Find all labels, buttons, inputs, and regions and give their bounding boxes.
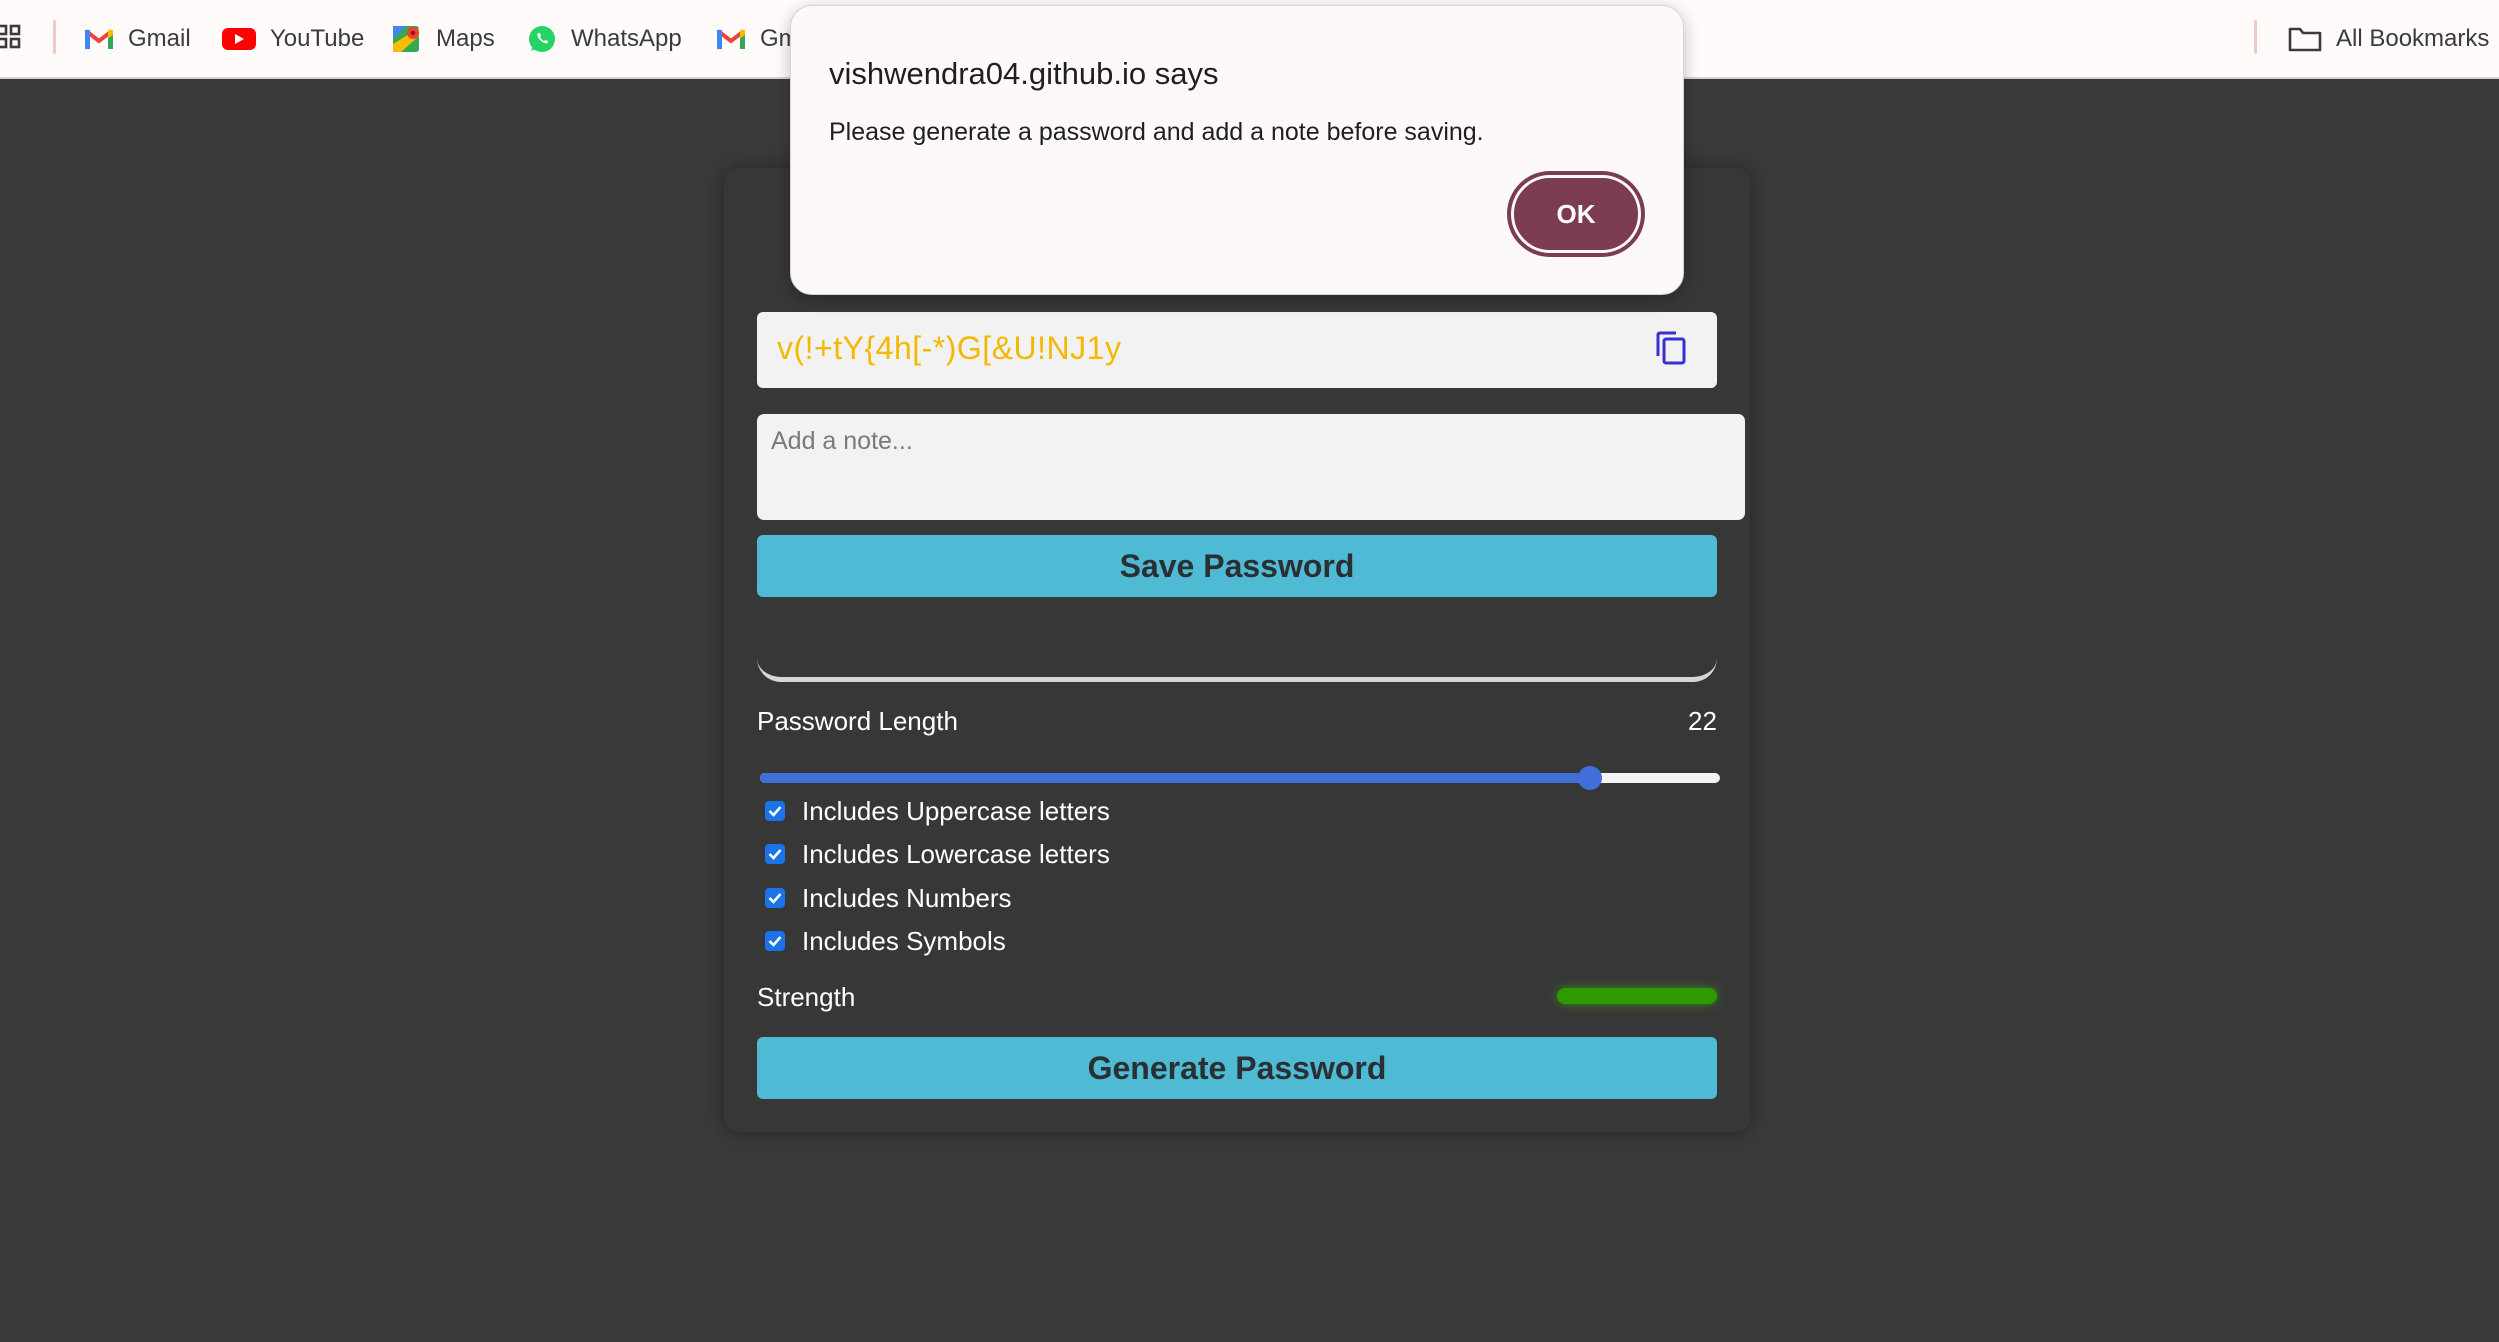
bookmark-maps[interactable]: Maps (392, 20, 495, 58)
option-label: Includes Uppercase letters (802, 795, 1110, 826)
generate-password-label: Generate Password (1087, 1049, 1387, 1086)
option-numbers[interactable]: Includes Numbers (765, 883, 1012, 913)
option-label: Includes Lowercase letters (802, 838, 1110, 869)
password-length-value: 22 (1688, 706, 1717, 736)
option-lowercase[interactable]: Includes Lowercase letters (765, 839, 1110, 869)
apps-grid-icon[interactable] (0, 24, 22, 50)
checkbox-checked-icon[interactable] (765, 801, 785, 821)
save-password-button[interactable]: Save Password (757, 535, 1717, 597)
bookmark-label: YouTube (270, 25, 365, 52)
bookmark-label: Maps (436, 25, 495, 52)
slider-thumb[interactable] (1578, 766, 1603, 790)
gmail-icon (84, 29, 114, 49)
dialog-message: Please generate a password and add a not… (829, 118, 1484, 146)
maps-icon (393, 26, 419, 52)
bookmarks-separator (53, 20, 56, 54)
checkbox-checked-icon[interactable] (765, 844, 785, 864)
whatsapp-icon (529, 26, 555, 52)
bookmark-gmail[interactable]: Gmail (84, 20, 191, 58)
slider-fill (760, 773, 1591, 783)
password-display: v(!+tY{4h[-*)G[&U!NJ1y (757, 312, 1717, 388)
gmail-icon (716, 29, 746, 49)
bookmark-label: Gmail (128, 25, 191, 52)
bookmark-label: WhatsApp (571, 25, 682, 52)
section-divider (757, 630, 1717, 682)
checkbox-checked-icon[interactable] (765, 888, 785, 908)
copy-icon (1656, 331, 1686, 365)
checkbox-checked-icon[interactable] (765, 931, 785, 951)
all-bookmarks-button[interactable]: All Bookmarks (2288, 20, 2489, 58)
folder-icon (2288, 27, 2322, 52)
bookmark-gmail-2[interactable]: Gm (716, 20, 799, 58)
all-bookmarks-label: All Bookmarks (2336, 25, 2490, 52)
strength-indicator (1557, 988, 1717, 1004)
bookmark-whatsapp[interactable]: WhatsApp (527, 20, 682, 58)
password-length-label: Password Length (757, 706, 958, 736)
strength-label: Strength (757, 982, 856, 1012)
copy-button[interactable] (1651, 328, 1691, 368)
option-label: Includes Symbols (802, 925, 1006, 956)
generated-password: v(!+tY{4h[-*)G[&U!NJ1y (777, 330, 1122, 366)
alert-dialog: vishwendra04.github.io says Please gener… (790, 5, 1684, 295)
ok-button[interactable]: OK (1511, 175, 1641, 253)
generate-password-button[interactable]: Generate Password (757, 1037, 1717, 1099)
ok-label: OK (1556, 198, 1596, 229)
password-length-slider[interactable] (760, 766, 1720, 790)
dialog-title: vishwendra04.github.io says (829, 56, 1219, 91)
option-symbols[interactable]: Includes Symbols (765, 926, 1006, 956)
youtube-icon (222, 28, 256, 50)
option-label: Includes Numbers (802, 882, 1012, 913)
note-input[interactable] (757, 414, 1745, 520)
bookmark-youtube[interactable]: YouTube (222, 20, 364, 58)
save-password-label: Save Password (1119, 547, 1355, 584)
option-uppercase[interactable]: Includes Uppercase letters (765, 796, 1110, 826)
bookmarks-separator (2254, 20, 2257, 54)
